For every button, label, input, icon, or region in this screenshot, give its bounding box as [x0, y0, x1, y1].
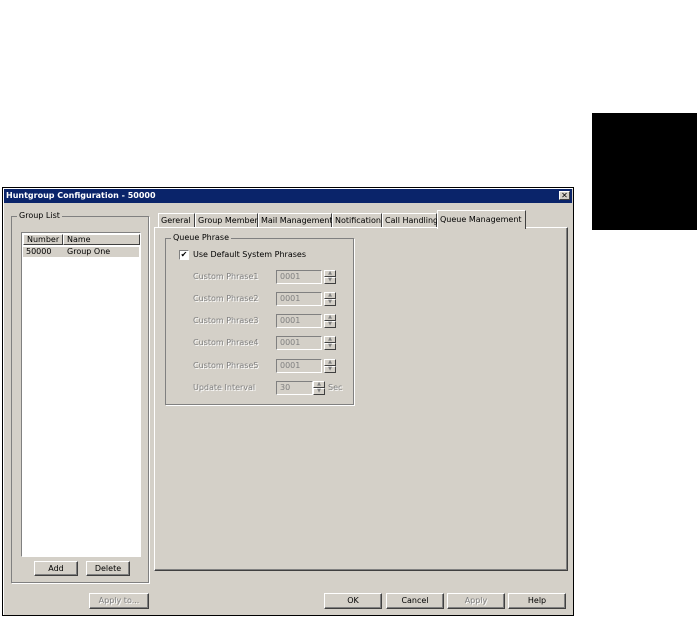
tab-notification[interactable]: Notification [332, 213, 382, 228]
queue-phrase-legend: Queue Phrase [171, 233, 231, 243]
group-list-legend: Group List [17, 211, 62, 221]
window-title: Huntgroup Configuration - 50000 [6, 191, 156, 200]
tab-general[interactable]: Gereral [158, 213, 195, 228]
custom-phrase2-spinner[interactable]: ▲ ▼ [324, 292, 336, 307]
column-header-name[interactable]: Name [63, 234, 140, 245]
group-name: Group One [67, 247, 111, 256]
update-interval-spinner[interactable]: ▲ ▼ [313, 381, 325, 396]
cancel-button[interactable]: Cancel [386, 593, 444, 609]
title-bar: Huntgroup Configuration - 50000 ✕ [4, 189, 572, 203]
custom-phrase4-field[interactable]: 0001 [276, 336, 322, 350]
custom-phrase3-field[interactable]: 0001 [276, 314, 322, 328]
black-side-tab [592, 113, 697, 230]
group-list-view[interactable]: Number Name 50000 Group One [21, 232, 141, 557]
custom-phrase1-spinner[interactable]: ▲ ▼ [324, 270, 336, 285]
close-icon[interactable]: ✕ [559, 191, 570, 200]
custom-phrase3-spinner[interactable]: ▲ ▼ [324, 314, 336, 329]
ok-button[interactable]: OK [324, 593, 382, 609]
apply-button[interactable]: Apply [447, 593, 505, 609]
group-list-row[interactable]: 50000 Group One [23, 247, 139, 257]
tab-queue-management[interactable]: Queue Management [437, 210, 526, 229]
tab-mail-management[interactable]: Mail Management [258, 213, 333, 228]
group-number: 50000 [26, 247, 52, 256]
update-interval-unit: Sec [328, 383, 343, 392]
add-button[interactable]: Add [34, 561, 78, 576]
apply-to-button[interactable]: Apply to... [89, 593, 149, 609]
update-interval-field[interactable]: 30 [276, 381, 313, 395]
custom-phrase1-label: Custom Phrase1 [193, 272, 259, 281]
custom-phrase5-label: Custom Phrase5 [193, 361, 259, 370]
use-default-checkbox[interactable]: ✔ [179, 250, 189, 260]
help-button[interactable]: Help [508, 593, 566, 609]
custom-phrase5-field[interactable]: 0001 [276, 359, 322, 373]
delete-button[interactable]: Delete [86, 561, 130, 576]
custom-phrase2-label: Custom Phrase2 [193, 294, 259, 303]
update-interval-label: Update Interval [193, 383, 256, 392]
custom-phrase2-field[interactable]: 0001 [276, 292, 322, 306]
custom-phrase3-label: Custom Phrase3 [193, 316, 259, 325]
tab-group-member[interactable]: Group Member [195, 213, 258, 228]
custom-phrase4-label: Custom Phrase4 [193, 338, 259, 347]
tab-call-handling[interactable]: Call Handling [382, 213, 438, 228]
use-default-label: Use Default System Phrases [193, 250, 306, 259]
custom-phrase5-spinner[interactable]: ▲ ▼ [324, 359, 336, 374]
custom-phrase4-spinner[interactable]: ▲ ▼ [324, 336, 336, 351]
group-list-header: Number Name [23, 234, 140, 245]
column-header-number[interactable]: Number [23, 234, 63, 245]
custom-phrase1-field[interactable]: 0001 [276, 270, 322, 284]
